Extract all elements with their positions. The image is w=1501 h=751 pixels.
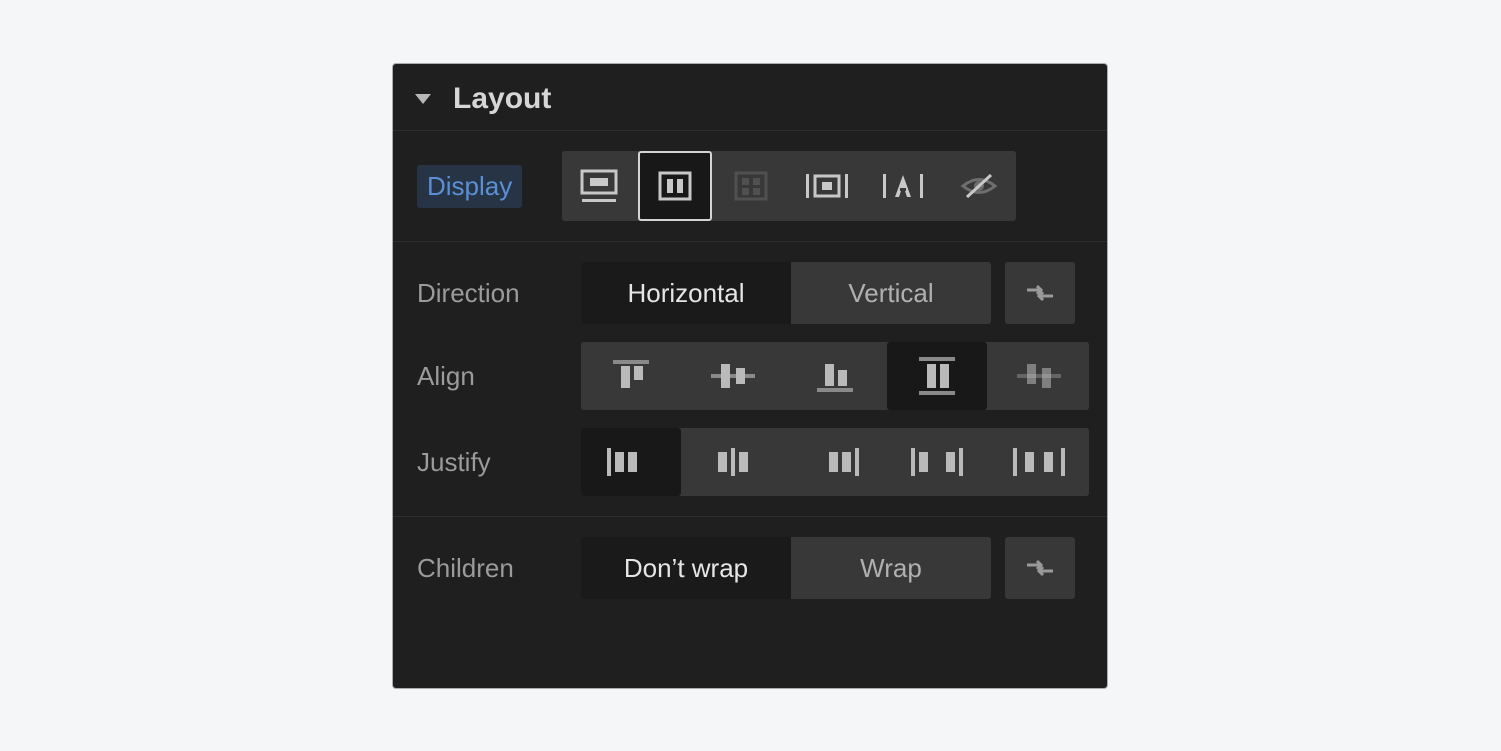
justify-center-button[interactable] [683, 428, 783, 496]
children-section: Children Don’t wrap Wrap [393, 517, 1107, 619]
display-none-button[interactable] [942, 151, 1016, 221]
flex-settings-section: Direction Horizontal Vertical Align [393, 242, 1107, 517]
direction-reverse-button[interactable] [1005, 262, 1075, 324]
justify-label: Justify [417, 447, 581, 478]
display-grid-button[interactable] [714, 151, 788, 221]
direction-segmented: Horizontal Vertical [581, 262, 991, 324]
justify-end-button[interactable] [785, 428, 885, 496]
align-start-icon [609, 356, 653, 396]
direction-vertical-button[interactable]: Vertical [791, 262, 991, 324]
justify-button-group [581, 428, 1089, 496]
swap-arrows-icon [1023, 280, 1057, 306]
panel-title: Layout [453, 82, 551, 116]
flex-icon [658, 171, 692, 201]
children-label: Children [417, 553, 581, 584]
display-section: Display [393, 131, 1107, 242]
inline-icon [883, 171, 923, 201]
justify-end-icon [809, 444, 861, 480]
justify-around-icon [1011, 444, 1067, 480]
swap-arrows-icon [1023, 555, 1057, 581]
align-label: Align [417, 361, 581, 392]
justify-start-icon [605, 444, 657, 480]
align-center-icon [709, 356, 757, 396]
children-reverse-button[interactable] [1005, 537, 1075, 599]
display-flex-button[interactable] [638, 151, 712, 221]
block-icon [580, 169, 618, 203]
align-stretch-button[interactable] [887, 342, 987, 410]
children-nowrap-button[interactable]: Don’t wrap [581, 537, 791, 599]
display-block-button[interactable] [562, 151, 636, 221]
children-wrap-segmented: Don’t wrap Wrap [581, 537, 991, 599]
panel-header: Layout [393, 64, 1107, 131]
justify-start-button[interactable] [581, 428, 681, 496]
align-end-icon [813, 356, 857, 396]
align-baseline-button[interactable] [989, 342, 1089, 410]
justify-space-between-button[interactable] [887, 428, 987, 496]
display-inline-block-button[interactable] [790, 151, 864, 221]
align-end-button[interactable] [785, 342, 885, 410]
hidden-eye-icon [959, 171, 999, 201]
collapse-chevron-icon[interactable] [415, 94, 431, 104]
display-button-group [562, 151, 1016, 221]
justify-center-icon [707, 444, 759, 480]
align-button-group [581, 342, 1089, 410]
display-inline-button[interactable] [866, 151, 940, 221]
layout-panel: Layout Display [393, 64, 1107, 688]
inline-block-icon [806, 171, 848, 201]
display-label[interactable]: Display [417, 165, 522, 208]
align-baseline-icon [1015, 356, 1063, 396]
align-center-button[interactable] [683, 342, 783, 410]
direction-horizontal-button[interactable]: Horizontal [581, 262, 791, 324]
grid-icon [734, 171, 768, 201]
justify-space-around-button[interactable] [989, 428, 1089, 496]
children-wrap-button[interactable]: Wrap [791, 537, 991, 599]
direction-label: Direction [417, 278, 581, 309]
justify-between-icon [909, 444, 965, 480]
align-stretch-icon [915, 355, 959, 397]
align-start-button[interactable] [581, 342, 681, 410]
